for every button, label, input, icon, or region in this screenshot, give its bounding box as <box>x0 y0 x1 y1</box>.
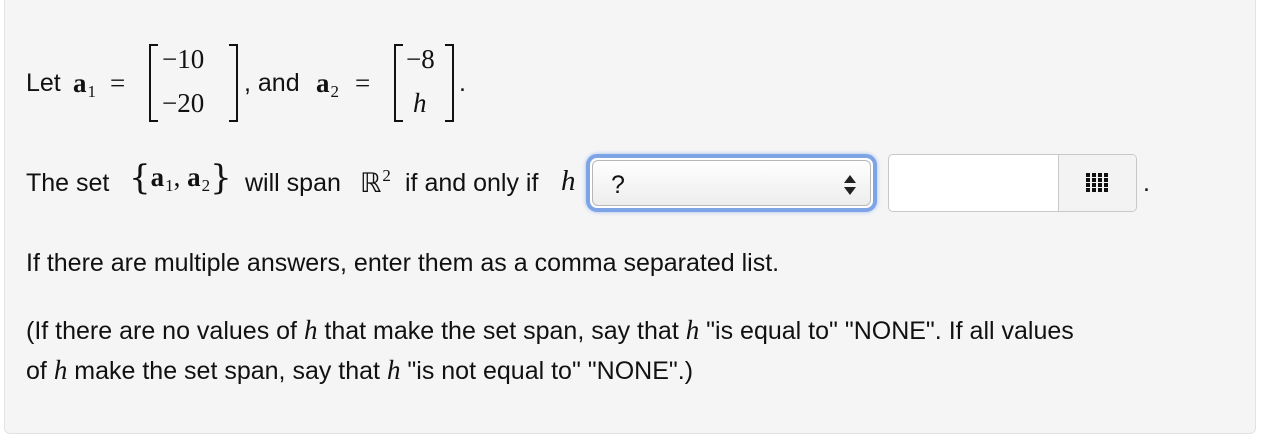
span-prefix: The set <box>26 169 110 197</box>
matrix-entry: −8 <box>406 44 435 74</box>
set-notation: {a1, a2} <box>129 158 232 198</box>
relation-select-inner[interactable]: ? <box>592 160 871 206</box>
answer-box <box>888 154 1137 212</box>
matrix-entry: −10 <box>162 44 205 74</box>
instruction-multiple-answers: If there are multiple answers, enter the… <box>26 249 780 277</box>
period: . <box>459 69 466 97</box>
trailing-period: . <box>1143 169 1150 197</box>
instruction-all-line: of h make the set span, say that h "is n… <box>26 355 694 385</box>
grid-keypad-icon <box>1086 173 1108 193</box>
matrix-right-bracket <box>445 44 454 122</box>
matrix-entry: h <box>413 88 427 118</box>
relation-select[interactable]: ? <box>586 154 877 212</box>
condition-text: if and only if <box>405 169 539 197</box>
equals-sign: = <box>110 68 126 98</box>
variable-h: h <box>561 165 576 197</box>
relation-select-value: ? <box>611 171 625 199</box>
matrix-left-bracket <box>149 44 158 122</box>
vector-a2-label: a2 <box>316 68 339 101</box>
question-panel: Let a1 = −10 −20 , and a2 = −8 h . The s… <box>4 0 1256 434</box>
equals-sign: = <box>355 68 371 98</box>
matrix-entry: −20 <box>162 88 205 118</box>
keypad-button[interactable] <box>1059 155 1136 211</box>
up-down-arrows-icon <box>844 171 856 201</box>
let-label: Let <box>26 69 61 97</box>
matrix-right-bracket <box>229 44 238 122</box>
matrix-left-bracket <box>394 44 403 122</box>
and-text: , and <box>244 69 300 97</box>
answer-input[interactable] <box>889 155 1059 211</box>
vector-a1-label: a1 <box>73 68 96 101</box>
instruction-none-line: (If there are no values of h that make t… <box>26 315 1074 345</box>
real-space-symbol: ℝ2 <box>360 166 391 198</box>
will-span-text: will span <box>245 169 341 197</box>
